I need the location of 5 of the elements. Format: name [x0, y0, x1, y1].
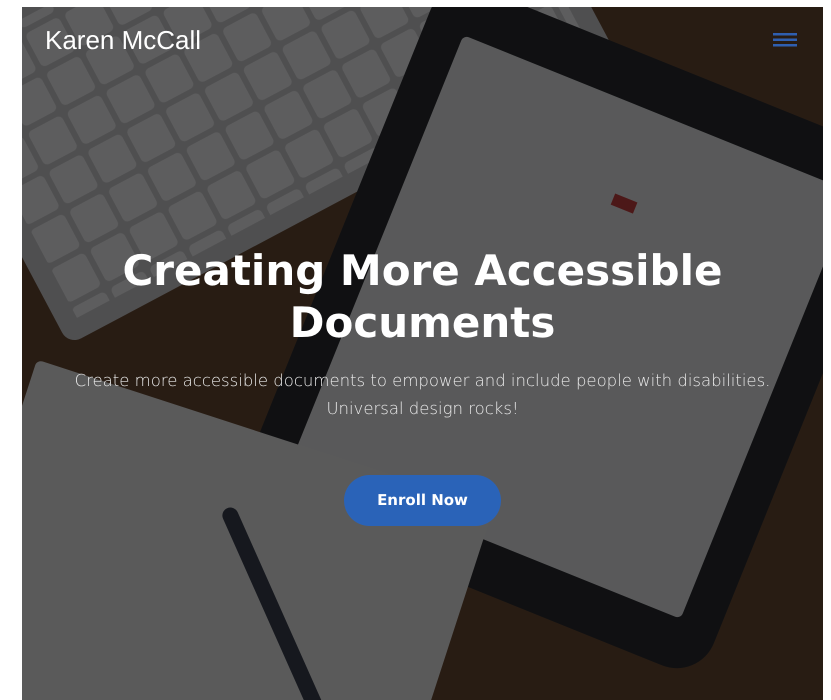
brand-name[interactable]: Karen McCall: [45, 20, 202, 60]
enroll-button[interactable]: Enroll Now: [344, 475, 501, 526]
hero-subtitle: Create more accessible documents to empower and include people with disabilities. Universal design rocks!: [74, 370, 772, 420]
menu-icon[interactable]: [773, 33, 797, 47]
hero-title: Creating More Accessible Documents: [121, 245, 724, 349]
